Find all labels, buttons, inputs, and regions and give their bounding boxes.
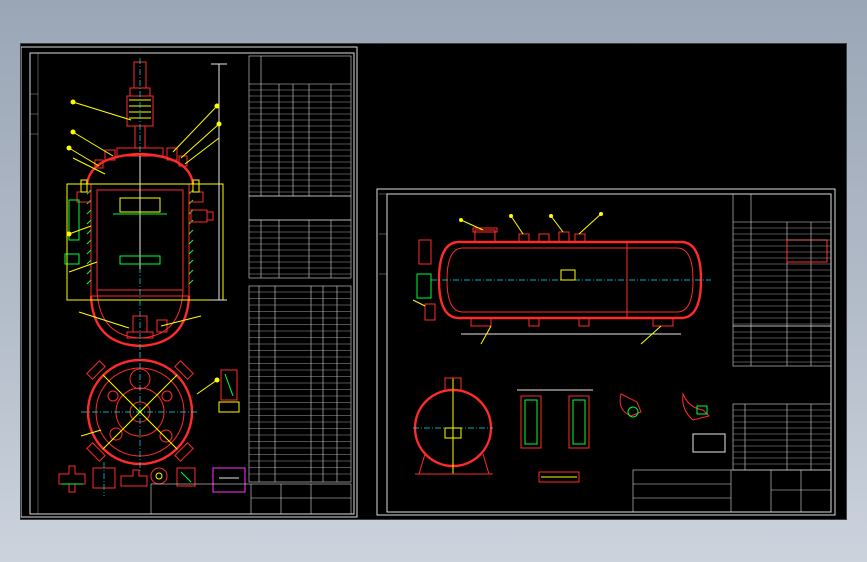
left-sheet-border — [29, 52, 355, 515]
horizontal-tank-elevation — [412, 212, 711, 345]
left-drawing-sheet — [21, 46, 358, 518]
left-note-box — [212, 467, 246, 493]
reactor-plan-view — [80, 352, 220, 472]
technical-notes-block — [248, 195, 352, 221]
reactor-elevation-view — [64, 58, 227, 356]
parts-list-table — [248, 285, 352, 483]
nozzle-table — [248, 219, 352, 279]
tank-design-data-table — [732, 193, 832, 327]
right-drawing-sheet — [376, 188, 836, 516]
drawing-svg — [21, 46, 836, 518]
right-table-rows — [733, 227, 831, 465]
flange-note-box — [692, 433, 726, 453]
tank-end-view — [413, 377, 493, 475]
tank-parts-list — [732, 403, 832, 471]
flange-detail-views — [619, 392, 726, 453]
support-detail-view — [517, 389, 593, 483]
tank-leader-lines — [412, 212, 662, 345]
left-table-rows — [249, 89, 351, 475]
cad-drawing-canvas[interactable] — [20, 43, 847, 520]
